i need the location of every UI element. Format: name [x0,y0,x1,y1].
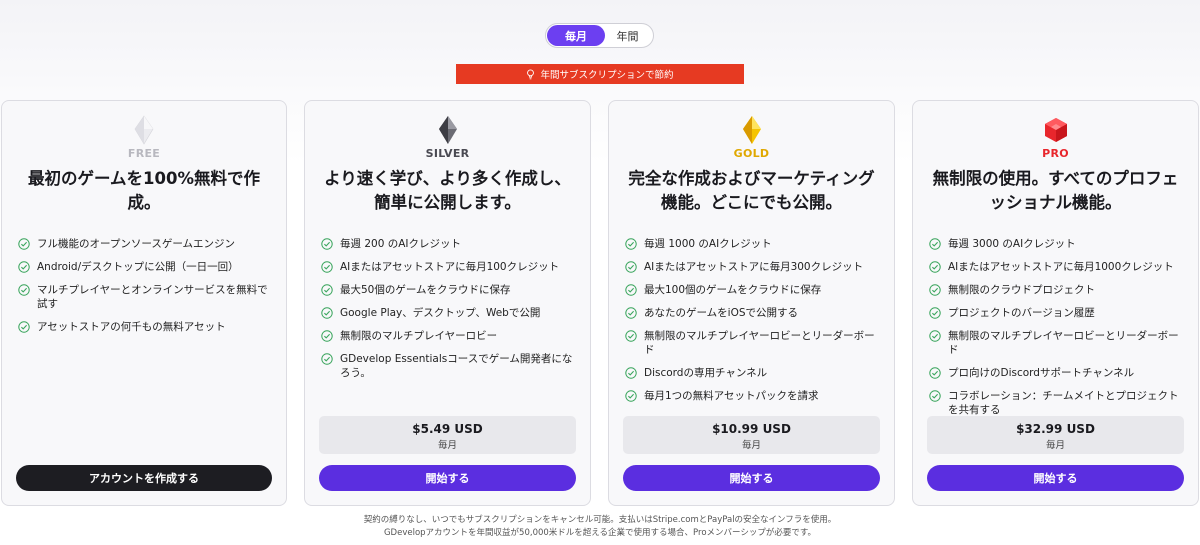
feature-item: 無制限のマルチプレイヤーロビーとリーダーボード [929,329,1184,357]
feature-item: 無制限のマルチプレイヤーロビー [321,329,576,343]
feature-item: 毎月1つの無料アセットパックを請求 [625,389,880,403]
footer-line: 契約の縛りなし、いつでもサブスクリプションをキャンセル可能。支払いはStripe… [363,515,837,525]
feature-item: マルチプレイヤーとオンラインサービスを無料で試す [18,283,272,311]
feature-item: Discordの専用チャンネル [625,366,880,380]
check-circle-icon [625,307,637,319]
footer-line: GDevelopアカウントを年間収益が50,000米ドルを超える企業で使用する場… [383,528,817,538]
check-circle-icon [625,284,637,296]
feature-item: フル機能のオープンソースゲームエンジン [18,237,272,251]
feature-item: コラボレーション：チームメイトとプロジェクトを共有する [929,389,1184,417]
plan-headline: より速く学び、より多く作成し、簡単に公開します。 [324,169,571,212]
feature-item: アセットストアの何千もの無料アセット [18,320,272,334]
start-silver-button[interactable]: 開始する [319,465,576,491]
feature-list: 毎週 3000 のAIクレジット AIまたはアセットストアに毎月1000クレジッ… [929,237,1184,426]
savings-banner: 年間サブスクリプションで節約 [456,64,744,84]
feature-list: 毎週 200 のAIクレジット AIまたはアセットストアに毎月100クレジット … [321,237,576,389]
feature-item: 最大100個のゲームをクラウドに保存 [625,283,880,297]
plan-headline: 最初のゲームを100%無料で作成。 [28,169,260,212]
check-circle-icon [625,390,637,402]
feature-item: 毎週 200 のAIクレジット [321,237,576,251]
plan-card-free: FREE 最初のゲームを100%無料で作成。 フル機能のオープンソースゲームエン… [1,100,287,506]
price-box: $5.49 USD 毎月 [319,416,576,454]
feature-item: 毎週 1000 のAIクレジット [625,237,880,251]
check-circle-icon [18,261,30,273]
check-circle-icon [321,330,333,342]
feature-item: 無制限のクラウドプロジェクト [929,283,1184,297]
footer-notice: 契約の縛りなし、いつでもサブスクリプションをキャンセル可能。支払いはStripe… [0,514,1200,540]
yearly-toggle-option[interactable]: 年間 [605,25,650,46]
price-period: 毎月 [1045,440,1065,451]
feature-item: 無制限のマルチプレイヤーロビーとリーダーボード [625,329,880,357]
plan-tier-label: FREE [127,147,161,160]
check-circle-icon [929,284,941,296]
gem-red-icon [1044,118,1067,142]
monthly-toggle-option[interactable]: 毎月 [547,25,605,46]
check-circle-icon [929,330,941,342]
check-circle-icon [625,238,637,250]
feature-item: AIまたはアセットストアに毎月100クレジット [321,260,576,274]
feature-item: あなたのゲームをiOSで公開する [625,306,880,320]
diamond-clear-icon [134,115,154,145]
price-amount: $10.99 USD [712,422,791,436]
start-pro-button[interactable]: 開始する [927,465,1184,491]
check-circle-icon [321,353,333,365]
feature-item: AIまたはアセットストアに毎月300クレジット [625,260,880,274]
billing-toggle[interactable]: 毎月 年間 [545,23,654,48]
plan-tier-label: PRO [1042,147,1069,160]
plan-tier-label: GOLD [733,147,770,160]
feature-item: 最大50個のゲームをクラウドに保存 [321,283,576,297]
diamond-silver-icon [438,116,457,144]
plan-card-silver: SILVER より速く学び、より多く作成し、簡単に公開します。 毎週 200 の… [304,100,591,506]
feature-item: Google Play、デスクトップ、Webで公開 [321,306,576,320]
feature-item: Android/デスクトップに公開（一日一回） [18,260,272,274]
check-circle-icon [321,284,333,296]
check-circle-icon [929,261,941,273]
check-circle-icon [929,238,941,250]
feature-item: プロジェクトのバージョン履歴 [929,306,1184,320]
price-box: $32.99 USD 毎月 [927,416,1184,454]
check-circle-icon [321,261,333,273]
check-circle-icon [929,390,941,402]
price-amount: $5.49 USD [412,422,483,436]
check-circle-icon [929,367,941,379]
check-circle-icon [18,238,30,250]
feature-list: フル機能のオープンソースゲームエンジン Android/デスクトップに公開（一日… [18,237,272,343]
diamond-gold-icon [742,116,761,144]
create-account-button[interactable]: アカウントを作成する [16,465,272,491]
price-period: 毎月 [741,440,761,451]
feature-item: GDevelop Essentialsコースでゲーム開発者になろう。 [321,352,576,380]
feature-item: 毎週 3000 のAIクレジット [929,237,1184,251]
feature-item: プロ向けのDiscordサポートチャンネル [929,366,1184,380]
feature-list: 毎週 1000 のAIクレジット AIまたはアセットストアに毎月300クレジット… [625,237,880,412]
check-circle-icon [18,321,30,333]
check-circle-icon [321,307,333,319]
check-circle-icon [321,238,333,250]
plan-card-pro: PRO 無制限の使用。すべてのプロフェッショナル機能。 毎週 3000 のAIク… [912,100,1199,506]
plan-headline: 完全な作成およびマーケティング機能。どこにでも公開。 [628,169,875,212]
lightbulb-icon [527,68,535,79]
feature-item: AIまたはアセットストアに毎月1000クレジット [929,260,1184,274]
check-circle-icon [625,330,637,342]
check-circle-icon [18,284,30,296]
price-box: $10.99 USD 毎月 [623,416,880,454]
plan-headline: 無制限の使用。すべてのプロフェッショナル機能。 [932,169,1179,212]
savings-banner-text: 年間サブスクリプションで節約 [540,70,674,81]
price-amount: $32.99 USD [1016,422,1095,436]
price-period: 毎月 [437,440,457,451]
check-circle-icon [929,307,941,319]
plan-tier-label: SILVER [425,147,470,160]
check-circle-icon [625,367,637,379]
plan-card-gold: GOLD 完全な作成およびマーケティング機能。どこにでも公開。 毎週 1000 … [608,100,895,506]
check-circle-icon [625,261,637,273]
start-gold-button[interactable]: 開始する [623,465,880,491]
